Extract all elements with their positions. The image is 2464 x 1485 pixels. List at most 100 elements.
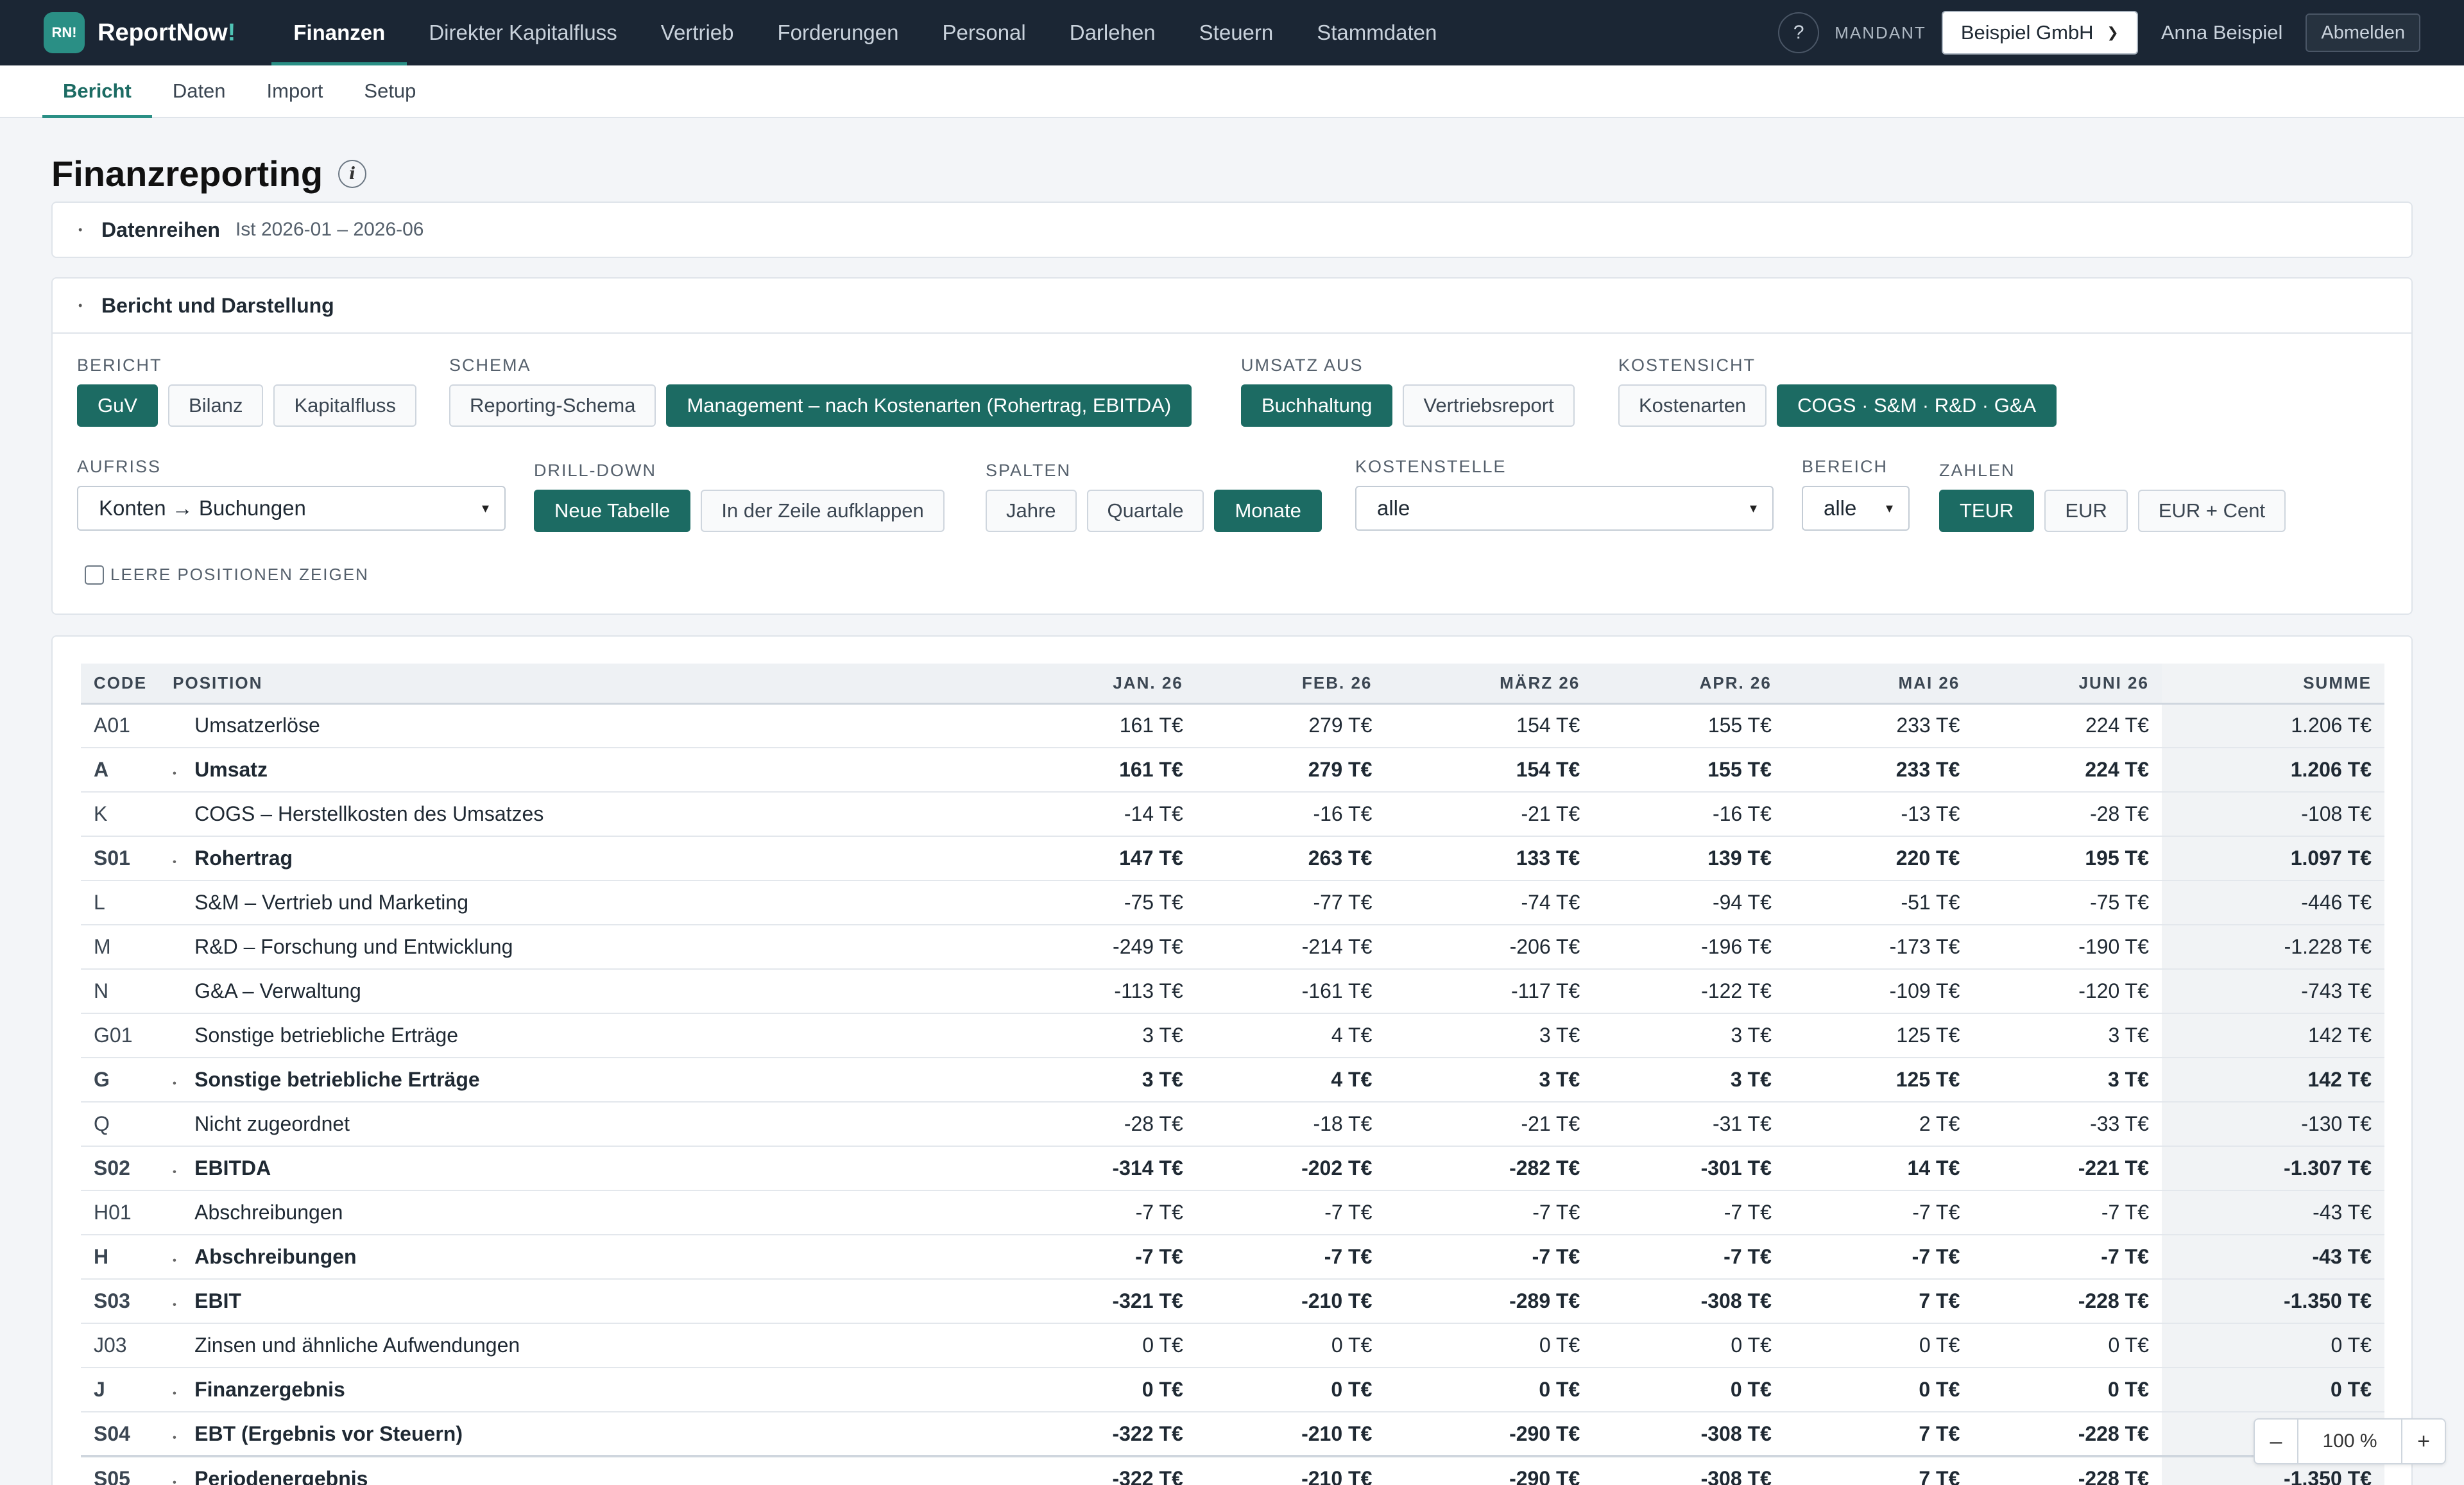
bericht-kapitalfluss-button[interactable]: Kapitalfluss <box>273 384 416 427</box>
col-position[interactable]: POSITION <box>160 664 1007 705</box>
row-value-cell: -7 T€ <box>1972 1190 2162 1235</box>
kostensicht-funktionen-button[interactable]: COGS · S&M · R&D · G&A <box>1777 384 2057 427</box>
row-position[interactable]: • EBITDA <box>160 1146 1007 1191</box>
kostensicht-kostenarten-button[interactable]: Kostenarten <box>1618 384 1767 427</box>
table-row[interactable]: J • Finanzergebnis 0 T€ 0 T€ 0 T€ 0 T€ 0 T€ 0 T€… <box>81 1368 2384 1412</box>
expand-dot-icon[interactable]: • <box>173 1477 194 1485</box>
spalten-quartale-button[interactable]: Quartale <box>1086 490 1204 532</box>
table-row[interactable]: S03 • EBIT -321 T€ -210 T€ -289 T€ -308 T€ 7 T€… <box>81 1279 2384 1324</box>
expand-dot-icon[interactable]: • <box>173 768 194 780</box>
drilldown-aufklappen-button[interactable]: In der Zeile aufklappen <box>701 490 945 532</box>
app-logo[interactable]: RN! ReportNow! <box>44 12 235 53</box>
schema-management-button[interactable]: Management – nach Kostenarten (Rohertrag… <box>666 384 1192 427</box>
zoom-in-button[interactable]: + <box>2402 1420 2445 1463</box>
aufriss-select[interactable]: Konten → Buchungen ▾ <box>77 486 506 531</box>
bereich-select[interactable]: alle ▾ <box>1802 486 1910 531</box>
datenreihen-header[interactable]: • Datenreihen Ist 2026-01 – 2026-06 <box>53 203 2411 257</box>
col-juni[interactable]: JUNI 26 <box>1972 664 2162 705</box>
row-position[interactable]: • EBIT <box>160 1279 1007 1324</box>
table-row[interactable]: S05 • Periodenergebnis -322 T€ -210 T€ -290 T… <box>81 1455 2384 1485</box>
nav-vertrieb[interactable]: Vertrieb <box>639 0 756 65</box>
table-row[interactable]: S01 • Rohertrag 147 T€ 263 T€ 133 T€ 139 T€ 220… <box>81 836 2384 881</box>
table-row[interactable]: A • Umsatz 161 T€ 279 T€ 154 T€ 155 T€ 233 T€ 22… <box>81 748 2384 793</box>
expand-dot-icon[interactable]: • <box>173 1388 194 1400</box>
bericht-bilanz-button[interactable]: Bilanz <box>168 384 264 427</box>
zahlen-teur-button[interactable]: TEUR <box>1939 490 2035 532</box>
expand-dot-icon[interactable]: • <box>173 1078 194 1090</box>
drilldown-neue-tabelle-button[interactable]: Neue Tabelle <box>534 490 691 532</box>
row-value-cell: -7 T€ <box>1784 1235 1973 1280</box>
darstellung-header[interactable]: • Bericht und Darstellung <box>53 279 2411 332</box>
nav-direkter-kapitalfluss[interactable]: Direkter Kapitalfluss <box>407 0 638 65</box>
row-position[interactable]: • Umsatz <box>160 748 1007 793</box>
row-position[interactable]: • Periodenergebnis <box>160 1455 1007 1485</box>
row-value-cell: -228 T€ <box>1972 1455 2162 1485</box>
nav-steuern[interactable]: Steuern <box>1177 0 1296 65</box>
row-code: N <box>81 969 160 1014</box>
table-row: L S&M – Vertrieb und Marketing -75 T€ -77 T… <box>81 880 2384 925</box>
col-feb[interactable]: FEB. 26 <box>1195 664 1385 705</box>
logout-button[interactable]: Abmelden <box>2306 13 2420 52</box>
kostenstelle-select[interactable]: alle ▾ <box>1355 486 1774 531</box>
mandant-select[interactable]: Beispiel GmbH ❯ <box>1941 11 2138 55</box>
row-position-label: Periodenergebnis <box>194 1466 368 1485</box>
expand-dot-icon[interactable]: • <box>173 1255 194 1267</box>
row-position[interactable]: • Abschreibungen <box>160 1235 1007 1280</box>
row-position[interactable]: • EBT (Ergebnis vor Steuern) <box>160 1412 1007 1457</box>
umsatz-vertriebsreport-button[interactable]: Vertriebsreport <box>1403 384 1575 427</box>
col-summe[interactable]: SUMME <box>2161 664 2384 705</box>
schema-reporting-button[interactable]: Reporting-Schema <box>449 384 656 427</box>
spalten-jahre-button[interactable]: Jahre <box>986 490 1077 532</box>
bericht-guv-button[interactable]: GuV <box>77 384 158 427</box>
col-code[interactable]: CODE <box>81 664 160 705</box>
zoom-out-button[interactable]: – <box>2255 1420 2297 1463</box>
help-icon[interactable]: ? <box>1778 12 1820 53</box>
row-value-cell: 147 T€ <box>1007 836 1196 881</box>
tab-bericht[interactable]: Bericht <box>42 65 152 118</box>
umsatz-label: UMSATZ AUS <box>1241 356 1364 375</box>
row-sum-cell: 0 T€ <box>2161 1368 2384 1412</box>
datenreihen-panel: • Datenreihen Ist 2026-01 – 2026-06 <box>51 202 2413 258</box>
table-row[interactable]: S04 • EBT (Ergebnis vor Steuern) -322 T€ -21… <box>81 1412 2384 1457</box>
col-mai[interactable]: MAI 26 <box>1784 664 1973 705</box>
table-row[interactable]: H • Abschreibungen -7 T€ -7 T€ -7 T€ -7 T€ -7 T… <box>81 1235 2384 1280</box>
spalten-monate-button[interactable]: Monate <box>1214 490 1322 532</box>
nav-personal[interactable]: Personal <box>920 0 1047 65</box>
table-header-row: CODE POSITION JAN. 26 FEB. 26 MÄRZ 26 AP… <box>81 664 2384 705</box>
tab-import[interactable]: Import <box>246 65 344 117</box>
col-jan[interactable]: JAN. 26 <box>1007 664 1196 705</box>
col-maerz[interactable]: MÄRZ 26 <box>1385 664 1593 705</box>
nav-darlehen[interactable]: Darlehen <box>1048 0 1177 65</box>
expand-dot-icon[interactable]: • <box>173 1432 194 1444</box>
umsatz-buchhaltung-button[interactable]: Buchhaltung <box>1241 384 1393 427</box>
zahlen-eur-button[interactable]: EUR <box>2044 490 2128 532</box>
nav-forderungen[interactable]: Forderungen <box>756 0 921 65</box>
zahlen-eur-cent-button[interactable]: EUR + Cent <box>2137 490 2286 532</box>
row-position[interactable]: • Finanzergebnis <box>160 1368 1007 1412</box>
expand-dot-icon[interactable]: • <box>173 1300 194 1311</box>
row-value-cell: -249 T€ <box>1007 925 1196 970</box>
row-sum-cell: -1.228 T€ <box>2161 925 2384 970</box>
nav-stammdaten[interactable]: Stammdaten <box>1295 0 1459 65</box>
nav-finanzen[interactable]: Finanzen <box>271 0 407 65</box>
leere-positionen-checkbox[interactable] <box>85 565 104 585</box>
info-icon[interactable]: i <box>338 159 367 188</box>
row-value-cell: 279 T€ <box>1195 703 1385 748</box>
row-sum-cell: -108 T€ <box>2161 792 2384 837</box>
expand-dot-icon[interactable]: • <box>173 1167 194 1178</box>
tab-setup[interactable]: Setup <box>343 65 436 117</box>
table-row[interactable]: G • Sonstige betriebliche Erträge 3 T€ 4 T€ 3… <box>81 1058 2384 1103</box>
row-position[interactable]: • Sonstige betriebliche Erträge <box>160 1058 1007 1103</box>
row-value-cell: 3 T€ <box>1385 1013 1593 1058</box>
row-value-cell: -308 T€ <box>1593 1412 1784 1457</box>
expand-dot-icon[interactable]: • <box>173 857 194 868</box>
tab-daten[interactable]: Daten <box>152 65 246 117</box>
bereich-value: alle <box>1824 496 1857 520</box>
col-apr[interactable]: APR. 26 <box>1593 664 1784 705</box>
row-position[interactable]: • Rohertrag <box>160 836 1007 881</box>
table-row[interactable]: S02 • EBITDA -314 T€ -202 T€ -282 T€ -301 T€ 14… <box>81 1146 2384 1191</box>
row-value-cell: -322 T€ <box>1007 1412 1196 1457</box>
row-value-cell: 155 T€ <box>1593 703 1784 748</box>
row-position: R&D – Forschung und Entwicklung <box>160 925 1007 970</box>
row-position-label: Sonstige betriebliche Erträge <box>194 1024 459 1047</box>
